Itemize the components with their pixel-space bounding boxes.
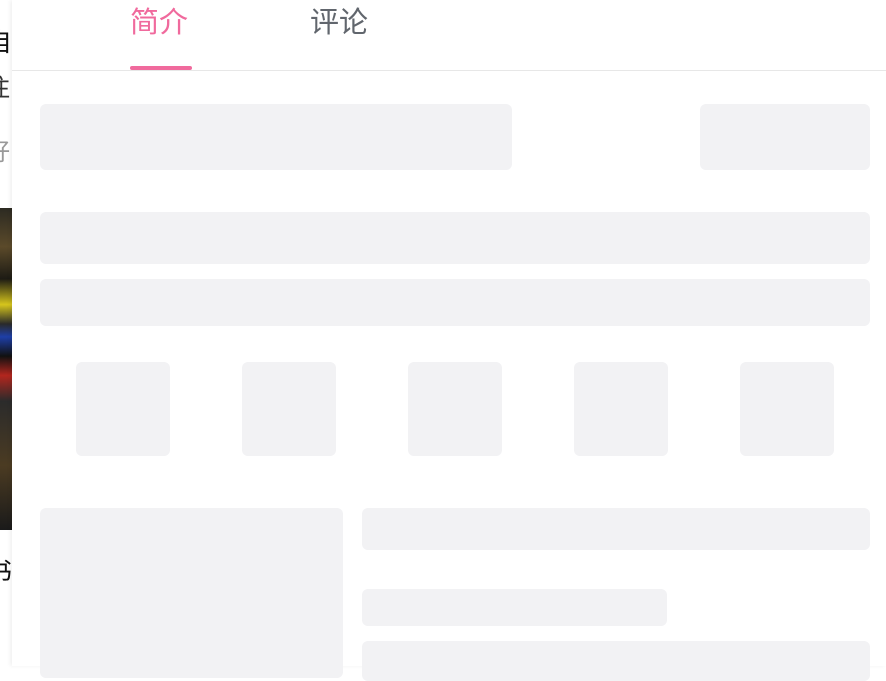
background-page: 自 注 好 书 <box>0 0 12 666</box>
skeleton-thumbnail <box>40 508 343 678</box>
active-tab-indicator <box>130 66 192 70</box>
skeleton-action-icon <box>740 362 834 456</box>
background-text: 注 <box>0 76 12 100</box>
skeleton-action-icon <box>242 362 336 456</box>
tab-intro[interactable]: 简介 <box>130 2 188 42</box>
skeleton-line <box>362 589 667 626</box>
background-text: 好 <box>0 140 12 164</box>
skeleton-action-icon <box>574 362 668 456</box>
tab-comments[interactable]: 评论 <box>310 2 368 42</box>
video-detail-panel: 简介 评论 <box>12 0 886 681</box>
skeleton-line <box>362 508 870 550</box>
skeleton-title <box>40 104 512 170</box>
skeleton-action-icon <box>408 362 502 456</box>
background-text: 书 <box>0 560 12 586</box>
skeleton-action-icon <box>76 362 170 456</box>
tab-bar: 简介 评论 <box>12 0 886 71</box>
background-thumbnail <box>0 208 12 530</box>
background-text: 自 <box>0 30 12 56</box>
skeleton-line <box>40 212 870 264</box>
skeleton-follow-button <box>700 104 870 170</box>
skeleton-line <box>40 279 870 326</box>
skeleton-line <box>362 641 870 681</box>
